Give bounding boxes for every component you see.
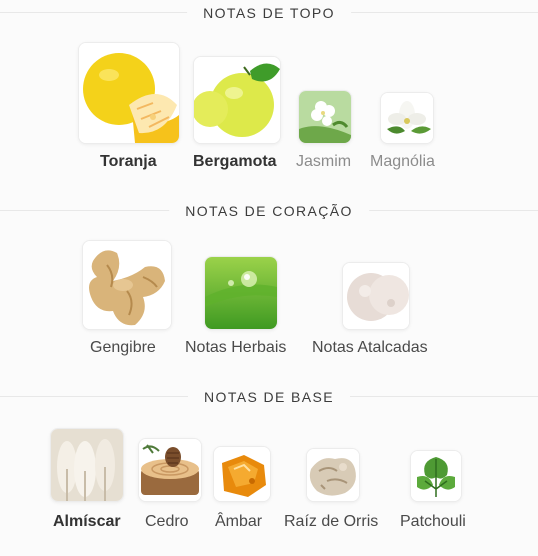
magnolia-icon	[380, 92, 434, 144]
top-notes-section: NOTAS DE TOPO Toranja Bergamota Jasmim M…	[0, 0, 538, 196]
note-label: Patchouli	[400, 513, 466, 530]
musk-icon	[50, 428, 124, 502]
note-label: Jasmim	[296, 153, 352, 170]
amber-icon	[213, 446, 271, 502]
patchouli-icon	[410, 450, 462, 502]
herbal-leaf-icon	[204, 256, 278, 330]
bergamot-icon	[193, 56, 281, 144]
note-label: Notas Herbais	[185, 339, 287, 356]
note-label: Bergamota	[193, 153, 277, 170]
base-notes-section: NOTAS DE BASE Almíscar Cedro Âmbar Raíz …	[0, 382, 538, 556]
section-heading-heart: NOTAS DE CORAÇÃO	[169, 202, 369, 220]
powder-icon	[342, 262, 410, 330]
note-label: Notas Atalcadas	[312, 339, 428, 356]
orris-root-icon	[306, 448, 360, 502]
jasmine-icon	[298, 90, 352, 144]
note-label: Gengibre	[90, 339, 156, 356]
cedar-icon	[138, 438, 202, 502]
note-label: Almíscar	[53, 513, 121, 530]
note-label: Magnólia	[370, 153, 435, 170]
section-heading-top: NOTAS DE TOPO	[187, 4, 351, 22]
note-label: Raíz de Orris	[284, 513, 379, 530]
note-label: Âmbar	[215, 513, 263, 530]
note-label: Toranja	[100, 153, 157, 170]
heart-notes-section: NOTAS DE CORAÇÃO Gengibre Notas Herbais …	[0, 196, 538, 382]
grapefruit-icon	[78, 42, 180, 144]
section-heading-base: NOTAS DE BASE	[188, 388, 350, 406]
ginger-icon	[82, 240, 172, 330]
note-label: Cedro	[145, 513, 189, 530]
